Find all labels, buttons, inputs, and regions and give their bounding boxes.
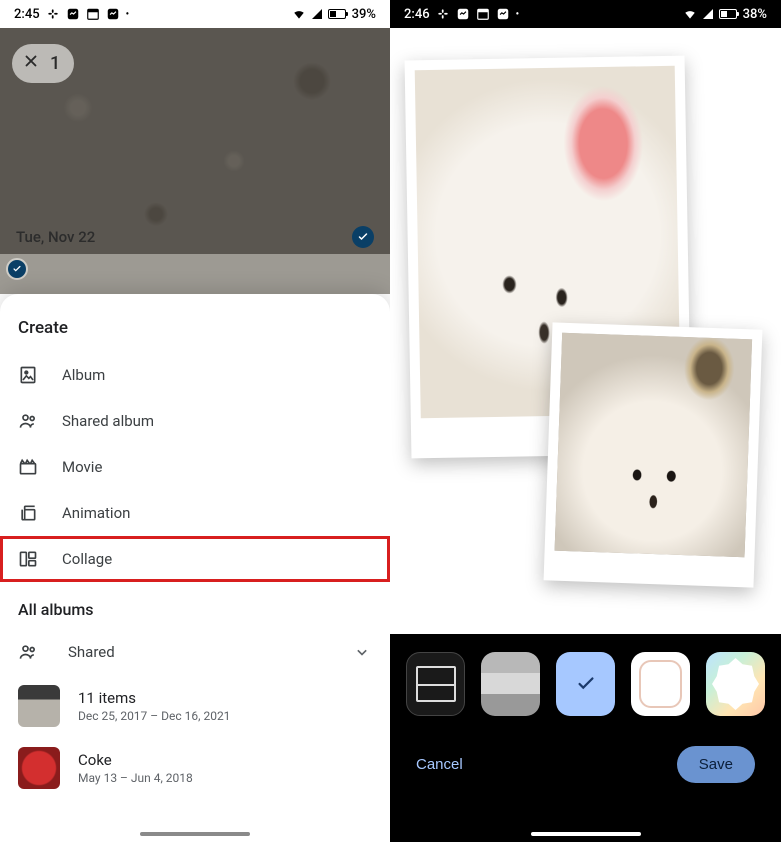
- collage-canvas[interactable]: [390, 28, 781, 634]
- battery-percent: 38%: [743, 7, 767, 22]
- movie-icon: [18, 457, 38, 477]
- album-row-coke[interactable]: Coke May 13 – Jun 4, 2018: [0, 737, 390, 799]
- style-option-rounded[interactable]: [631, 652, 690, 716]
- close-icon[interactable]: [22, 52, 40, 75]
- status-overflow-dot: •: [516, 9, 520, 20]
- shared-album-icon: [18, 411, 38, 431]
- style-option-filmstrip[interactable]: [481, 652, 540, 716]
- slack-icon: [436, 7, 450, 21]
- shared-label: Shared: [68, 643, 115, 661]
- signal-icon: [703, 9, 713, 19]
- photo-thumbnail-row[interactable]: [0, 254, 390, 294]
- create-bottom-sheet: Create Album Shared album Movie Animatio…: [0, 294, 390, 842]
- menu-label: Collage: [62, 550, 112, 568]
- calendar-icon: [476, 7, 490, 21]
- collage-style-bar: Cancel Save: [390, 634, 781, 842]
- album-subtitle: Dec 25, 2017 – Dec 16, 2021: [78, 709, 230, 723]
- status-time: 2:46: [404, 7, 430, 22]
- check-icon: [575, 673, 597, 695]
- photo-selected-check-icon[interactable]: [6, 258, 28, 280]
- album-thumbnail: [18, 685, 60, 727]
- album-thumbnail: [18, 747, 60, 789]
- style-option-flower[interactable]: [706, 652, 765, 716]
- messenger-icon-2: [496, 7, 510, 21]
- style-option-grid[interactable]: [406, 652, 465, 716]
- action-row: Cancel Save: [390, 716, 781, 783]
- home-indicator[interactable]: [531, 832, 641, 836]
- status-bar: 2:46 • 38%: [390, 0, 781, 28]
- sheet-title: Create: [0, 312, 390, 352]
- style-option-polaroid[interactable]: [556, 652, 615, 716]
- select-all-check-icon[interactable]: [352, 226, 374, 248]
- home-indicator[interactable]: [140, 832, 250, 836]
- selection-pill[interactable]: 1: [12, 44, 74, 83]
- menu-label: Animation: [62, 504, 130, 522]
- battery-icon: [719, 9, 737, 19]
- date-header-label: Tue, Nov 22: [16, 228, 95, 246]
- create-movie[interactable]: Movie: [0, 444, 390, 490]
- collage-photo-2[interactable]: [544, 322, 763, 587]
- messenger-icon: [456, 7, 470, 21]
- phone-left-photo-picker: 2:45 • 39%: [0, 0, 390, 842]
- wifi-icon: [683, 7, 697, 21]
- create-shared-album[interactable]: Shared album: [0, 398, 390, 444]
- selection-count: 1: [50, 53, 60, 74]
- grid-layout-icon: [416, 666, 456, 702]
- create-album[interactable]: Album: [0, 352, 390, 398]
- create-collage[interactable]: Collage: [0, 536, 390, 582]
- collage-icon: [18, 549, 38, 569]
- phone-right-collage-editor: 2:46 • 38%: [390, 0, 781, 842]
- album-shared[interactable]: Shared: [0, 629, 390, 675]
- shared-icon: [18, 642, 38, 662]
- menu-label: Shared album: [62, 412, 154, 430]
- menu-label: Album: [62, 366, 105, 384]
- menu-label: Movie: [62, 458, 102, 476]
- album-title: 11 items: [78, 689, 230, 707]
- album-row-11items[interactable]: 11 items Dec 25, 2017 – Dec 16, 2021: [0, 675, 390, 737]
- album-title: Coke: [78, 751, 193, 769]
- date-header-row[interactable]: Tue, Nov 22: [0, 216, 390, 258]
- save-button[interactable]: Save: [677, 746, 755, 783]
- animation-icon: [18, 503, 38, 523]
- chevron-down-icon: [352, 642, 372, 662]
- album-icon: [18, 365, 38, 385]
- cancel-button[interactable]: Cancel: [416, 756, 463, 773]
- album-subtitle: May 13 – Jun 4, 2018: [78, 771, 193, 785]
- style-options-row: [390, 652, 781, 716]
- all-albums-title: All albums: [0, 582, 390, 629]
- create-animation[interactable]: Animation: [0, 490, 390, 536]
